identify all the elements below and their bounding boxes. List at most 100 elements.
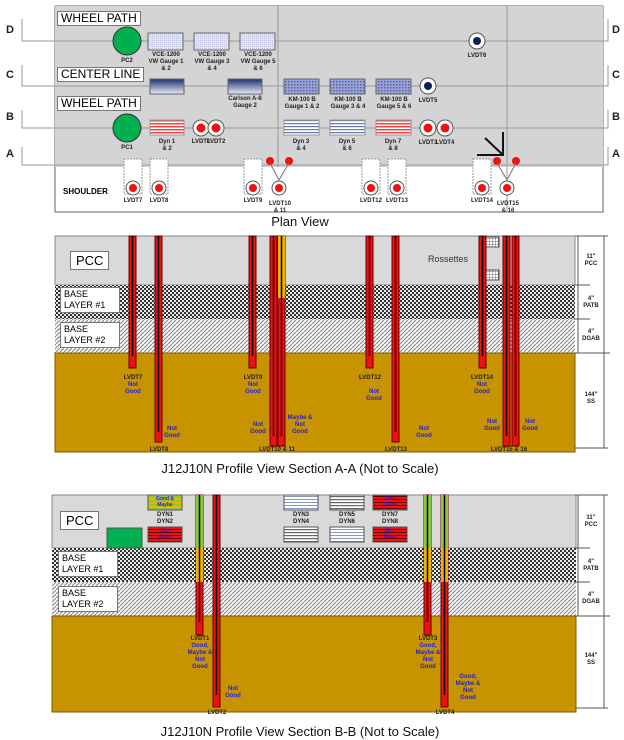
bb-dim-pcc-value: 11"	[586, 515, 596, 521]
dyn12-label: Dyn 1 & 2	[158, 139, 176, 152]
carlson-gauge-2	[227, 78, 263, 95]
bb-base-layer-1	[52, 548, 576, 582]
bb-dim-dgab-name: DGAB	[582, 599, 600, 605]
bb-lvdt1-label: LVDT1	[190, 636, 210, 642]
lvdt8-label: LVDT8	[149, 198, 169, 204]
bb-dim-dgab: 4" DGAB	[580, 592, 602, 606]
bb-dyn8-status: Not Good	[383, 528, 397, 540]
aa-lvdt9-label: LVDT9	[243, 375, 263, 381]
bb-dyn5	[329, 494, 365, 511]
dim-dgab-name: DGAB	[582, 336, 600, 342]
aa-lvdt12-label: LVDT12	[359, 375, 381, 381]
carlson-label: Carlson A-8 Gauge 2	[228, 96, 262, 109]
bb-base-layer-2-tag: BASE LAYER #2	[58, 586, 118, 612]
lvdt4-label: LVDT4	[435, 140, 455, 146]
lvdt6-core	[473, 37, 481, 45]
lvdt12-label: LVDT12	[360, 198, 382, 204]
aa-lvdt14-label: LVDT14	[471, 375, 493, 381]
lvdt1-core	[196, 123, 206, 133]
lvdt9-label: LVDT9	[243, 198, 263, 204]
bb-dyn4	[283, 526, 319, 543]
bb-dim-pcc: 11" PCC	[580, 515, 602, 529]
bb-dyn7-status: Not Good	[383, 496, 397, 508]
km100-gauge-3-4	[329, 78, 366, 95]
lvdt6-label: LVDT6	[467, 53, 487, 59]
section-label-b-right: B	[612, 111, 620, 123]
bb-dyn12-label: DYN1 DYN2	[156, 512, 173, 525]
bb-dim-patb-value: 4"	[587, 559, 595, 565]
rosette-bottom	[484, 269, 500, 281]
bb-dyn6	[329, 526, 365, 543]
aa-lvdt12-status: Not Good	[366, 389, 382, 402]
lvdt15-label: LVDT15 & 16	[497, 201, 519, 214]
vce-gauge-3-4	[193, 32, 230, 51]
bb-lvdt2-label: LVDT2	[207, 710, 227, 716]
lvdt10-label: LVDT10 & 11	[269, 201, 291, 214]
section-label-a: A	[6, 148, 14, 160]
plan-view-title: Plan View	[271, 214, 329, 229]
rosette-top	[484, 236, 500, 248]
dim-pcc-value: 11"	[586, 254, 596, 260]
aa-lvdt15-status: Not Good	[484, 419, 500, 432]
bb-lvdt3-status: Good, Maybe & Not Good	[415, 643, 441, 670]
zone-label-wheel-path-bottom: WHEEL PATH	[57, 96, 141, 111]
dyn78-label: Dyn 7 & 8	[384, 139, 402, 152]
dim-pcc: 11" PCC	[580, 254, 602, 268]
dim-dgab-value: 4"	[587, 329, 595, 335]
km1-label: KM-100 B Gauge 1 & 2	[284, 97, 320, 110]
section-label-d: D	[6, 24, 14, 36]
lvdt5-label: LVDT5	[418, 98, 438, 104]
bb-lvdt3-label: LVDT3	[418, 636, 438, 642]
dyn34-label: Dyn 3 & 4	[292, 139, 310, 152]
profile-aa-title: J12J10N Profile View Section A-A (Not to…	[161, 461, 439, 476]
section-label-a-right: A	[612, 148, 620, 160]
km100-gauge-1-2	[283, 78, 320, 95]
dyn56-label: Dyn 5 & 6	[338, 139, 356, 152]
bb-dyn34-label: DYN3 DYN4	[292, 512, 309, 525]
aa-lvdt11-status: Maybe & Not Good	[287, 415, 313, 435]
lvdt2-label: LVDT2	[206, 139, 226, 145]
lvdt2-core	[211, 123, 221, 133]
base-layer-2-tag: BASE LAYER #2	[60, 322, 120, 348]
vce3-label: VCE-1200 VW Gauge 3 & 4	[194, 52, 230, 72]
vce5-label: VCE-1200 VW Gauge 5 & 6	[240, 52, 276, 72]
bb-dim-ss: 144" SS	[580, 653, 602, 667]
carlson-gauge-1	[149, 78, 185, 95]
base-layer-1-tag: BASE LAYER #1	[60, 287, 120, 313]
vce-gauge-1-2	[147, 32, 184, 51]
lvdt5-core	[424, 82, 432, 90]
pcc-tag: PCC	[70, 251, 110, 270]
dyn-1-2	[149, 119, 185, 136]
bb-dim-patb-name: PATB	[583, 566, 599, 572]
bb-lvdt4-label: LVDT4	[435, 710, 455, 716]
km3-label: KM-100 B Gauge 3 & 4	[330, 97, 366, 110]
aa-lvdt9-status: Not Good	[245, 382, 261, 395]
aa-lvdt15-label: LVDT15 & 16	[490, 447, 528, 453]
bb-dim-dgab-value: 4"	[587, 592, 595, 598]
vce-gauge-5-6	[239, 32, 276, 51]
bb-pc-sensor	[106, 527, 143, 549]
lvdt3-core	[423, 123, 433, 133]
section-label-d-right: D	[612, 24, 620, 36]
section-label-c: C	[6, 69, 14, 81]
aa-lvdt13-status: Not Good	[416, 426, 432, 439]
bb-dyn1-status: Good & Maybe	[155, 496, 175, 508]
aa-lvdt14-status: Not Good	[474, 382, 490, 395]
vce1-label: VCE-1200 VW Gauge 1 & 2	[148, 52, 184, 72]
km100-gauge-5-6	[375, 78, 412, 95]
aa-lvdt10-status: Not Good	[250, 422, 266, 435]
profile-bb-title: J12J10N Profile View Section B-B (Not to…	[160, 724, 440, 739]
lvdt14-label: LVDT14	[471, 198, 493, 204]
plan-view-graphic	[21, 5, 609, 213]
dim-pcc-name: PCC	[584, 261, 598, 267]
bb-dyn2-status: Not Good	[158, 528, 172, 540]
dyn-7-8	[375, 119, 412, 136]
bb-base-layer-2	[52, 582, 576, 616]
dim-ss-name: SS	[586, 399, 595, 405]
bb-dim-ss-value: 144"	[584, 653, 598, 659]
plan-view: D C B A D C B A WHEEL PATH CENTER LINE W…	[0, 0, 624, 232]
pc1-label: PC1	[121, 145, 133, 151]
section-label-b: B	[6, 111, 14, 123]
bb-dyn56-label: DYN5 DYN6	[338, 512, 355, 525]
rossettes-label: Rossettes	[428, 254, 469, 264]
